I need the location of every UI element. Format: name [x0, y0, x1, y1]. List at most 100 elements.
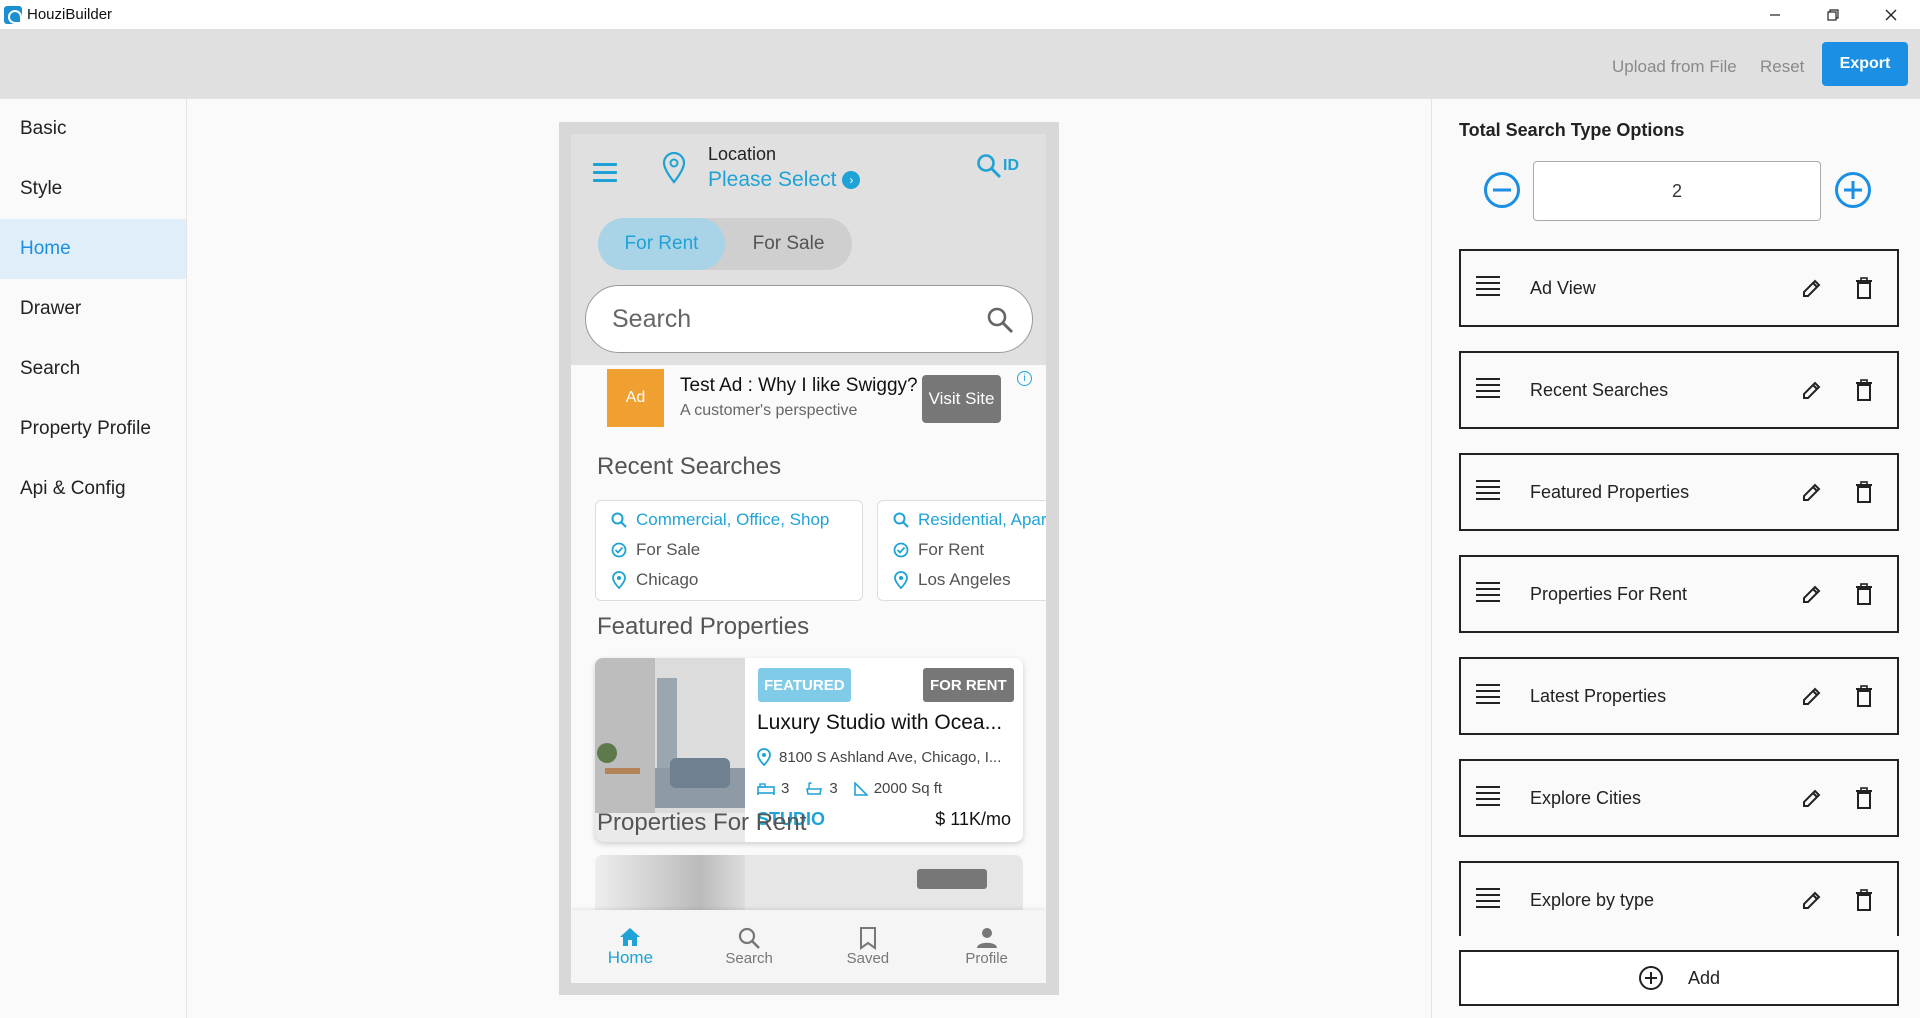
toggle-for-sale[interactable]: For Sale	[725, 218, 852, 270]
add-label: Add	[1687, 967, 1721, 988]
sidebar-item-drawer[interactable]: Drawer	[0, 279, 186, 339]
list-item[interactable]: Explore by type	[1459, 861, 1899, 936]
sidebar-item-search[interactable]: Search	[0, 339, 186, 399]
close-button[interactable]	[1862, 0, 1920, 29]
drag-handle-icon[interactable]	[1476, 480, 1500, 504]
reset-button[interactable]: Reset	[1760, 57, 1804, 77]
list-item[interactable]: Recent Searches	[1459, 351, 1899, 429]
bottom-navigation: Home Search Saved Profile	[571, 910, 1046, 983]
ad-title: Test Ad : Why I like Swiggy?	[680, 375, 918, 396]
recent-search-card[interactable]: Residential, Apar For Rent Los Angeles	[877, 500, 1046, 601]
trash-icon[interactable]	[1855, 277, 1873, 299]
drag-handle-icon[interactable]	[1476, 276, 1500, 300]
option-label: Recent Searches	[1530, 379, 1669, 400]
list-item[interactable]: Properties For Rent	[1459, 555, 1899, 633]
id-search-label[interactable]: ID	[1003, 157, 1019, 175]
phone-preview-frame: Location Please Select › ID For Rent For…	[559, 122, 1059, 995]
option-label: Explore Cities	[1530, 787, 1642, 808]
search-icon[interactable]	[976, 153, 1002, 179]
trash-icon[interactable]	[1855, 787, 1873, 809]
drag-handle-icon[interactable]	[1476, 582, 1500, 606]
baths-count: 3	[829, 780, 838, 797]
location-pin-icon	[610, 571, 628, 589]
options-list[interactable]: Ad View Recent Searches Featured Propert…	[1459, 249, 1899, 936]
restore-icon	[1827, 8, 1839, 21]
edit-icon[interactable]	[1801, 583, 1823, 605]
home-content[interactable]: Ad Test Ad : Why I like Swiggy? A custom…	[571, 365, 1046, 983]
edit-icon[interactable]	[1801, 277, 1823, 299]
add-option-button[interactable]: Add	[1459, 950, 1899, 1006]
sidebar-item-api-config[interactable]: Api & Config	[0, 459, 186, 519]
trash-icon[interactable]	[1855, 379, 1873, 401]
list-item[interactable]: Ad View	[1459, 249, 1899, 327]
property-address-row: 8100 S Ashland Ave, Chicago, I...	[757, 748, 1001, 766]
trash-icon[interactable]	[1855, 685, 1873, 707]
search-icon	[739, 927, 761, 949]
option-label: Latest Properties	[1530, 685, 1667, 706]
minimize-button[interactable]	[1746, 0, 1804, 29]
rent-property-card-partial[interactable]	[595, 855, 1023, 915]
location-selector[interactable]: Please Select ›	[708, 168, 861, 192]
location-label: Location	[708, 144, 777, 164]
ad-banner[interactable]: Ad Test Ad : Why I like Swiggy? A custom…	[607, 369, 1017, 427]
minimize-icon	[1770, 13, 1780, 16]
upload-from-file-button[interactable]: Upload from File	[1612, 57, 1737, 77]
drag-handle-icon[interactable]	[1476, 684, 1500, 708]
option-label: Explore by type	[1530, 889, 1655, 910]
options-count-field[interactable]: 2	[1533, 161, 1821, 221]
list-item[interactable]: Explore Cities	[1459, 759, 1899, 837]
location-value: Please Select	[708, 168, 837, 191]
sidebar-item-basic[interactable]: Basic	[0, 99, 186, 159]
trash-icon[interactable]	[1855, 481, 1873, 503]
app-title: HouziBuilder	[27, 6, 113, 23]
property-address: 8100 S Ashland Ave, Chicago, I...	[779, 748, 1002, 766]
edit-icon[interactable]	[1801, 889, 1823, 911]
recent-search-card[interactable]: Commercial, Office, Shop For Sale Chicag…	[595, 500, 863, 601]
trash-icon[interactable]	[1855, 889, 1873, 911]
restore-button[interactable]	[1804, 0, 1862, 29]
location-pin-icon	[663, 152, 685, 184]
featured-properties-title: Featured Properties	[597, 613, 810, 640]
list-item[interactable]: Featured Properties	[1459, 453, 1899, 531]
list-item[interactable]: Latest Properties	[1459, 657, 1899, 735]
edit-icon[interactable]	[1801, 787, 1823, 809]
sidebar-item-property-profile[interactable]: Property Profile	[0, 399, 186, 459]
chevron-right-icon: ›	[842, 171, 861, 189]
nav-saved[interactable]: Saved	[809, 910, 928, 983]
nav-home[interactable]: Home	[571, 910, 690, 983]
phone-screen: Location Please Select › ID For Rent For…	[571, 134, 1046, 983]
drag-handle-icon[interactable]	[1476, 888, 1500, 912]
edit-icon[interactable]	[1801, 685, 1823, 707]
toggle-for-rent[interactable]: For Rent	[598, 218, 725, 270]
option-label: Properties For Rent	[1530, 583, 1688, 604]
recent-status: For Rent	[918, 540, 985, 559]
sidebar-item-home[interactable]: Home	[0, 219, 186, 279]
options-count-value: 2	[1671, 180, 1682, 201]
nav-profile[interactable]: Profile	[927, 910, 1046, 983]
trash-icon[interactable]	[1855, 583, 1873, 605]
sidebar-item-style[interactable]: Style	[0, 159, 186, 219]
export-button[interactable]: Export	[1822, 42, 1908, 86]
recent-searches-title: Recent Searches	[597, 453, 782, 480]
location-pin-icon	[757, 748, 771, 766]
menu-icon[interactable]	[593, 163, 617, 187]
minus-circle-icon[interactable]	[1483, 171, 1521, 209]
nav-profile-label: Profile	[965, 950, 1008, 967]
edit-icon[interactable]	[1801, 379, 1823, 401]
drag-handle-icon[interactable]	[1476, 378, 1500, 402]
search-icon	[987, 307, 1014, 334]
edit-icon[interactable]	[1801, 481, 1823, 503]
nav-search[interactable]: Search	[690, 910, 809, 983]
beds-count: 3	[781, 780, 790, 797]
recent-type: Residential, Apar	[918, 510, 1046, 529]
area-icon	[853, 781, 868, 796]
nav-search-label: Search	[725, 950, 773, 967]
recent-city: Chicago	[636, 570, 699, 589]
drag-handle-icon[interactable]	[1476, 786, 1500, 810]
property-stats: 3 3 2000 Sq ft	[757, 780, 942, 797]
search-input[interactable]: Search	[585, 285, 1033, 353]
info-icon[interactable]: i	[1017, 371, 1032, 386]
top-toolbar: Upload from File Reset Export	[0, 29, 1920, 99]
visit-site-button[interactable]: Visit Site	[922, 375, 1001, 423]
plus-circle-icon[interactable]	[1834, 171, 1872, 209]
